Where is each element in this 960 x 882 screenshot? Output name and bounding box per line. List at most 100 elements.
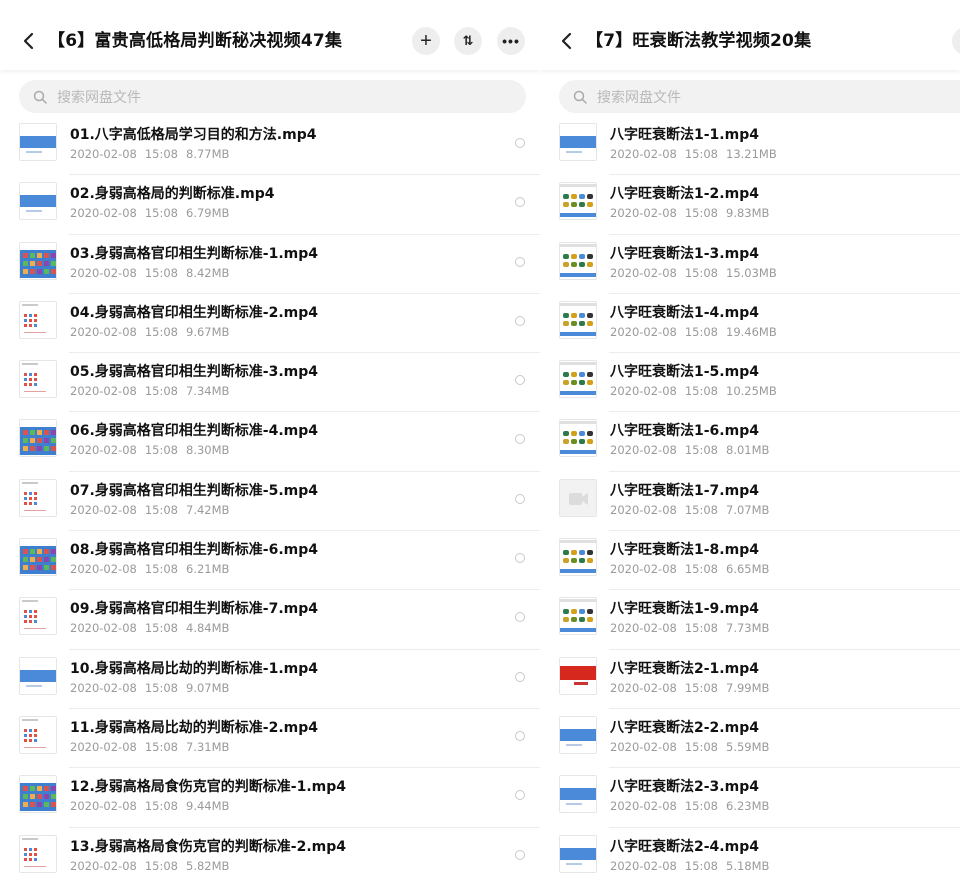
file-date: 2020-02-08 — [70, 680, 137, 695]
file-meta: 2020-02-08 15:08 9.44MB — [70, 799, 237, 813]
file-name: 06.身弱高格官印相生判断标准-4.mp4 — [70, 423, 319, 440]
file-date: 2020-02-08 — [610, 680, 677, 695]
video-thumbnail — [559, 656, 597, 695]
list-item[interactable]: 八字旺衰断法2-3.mp4 2020-02-08 15:08 6.23MB — [540, 768, 960, 828]
file-date: 2020-02-08 — [70, 739, 137, 754]
select-radio[interactable] — [515, 138, 525, 148]
chevron-left-icon — [23, 32, 34, 50]
file-size: 15.03MB — [726, 265, 777, 280]
list-item[interactable]: 11.身弱高格局比劫的判断标准-2.mp4 2020-02-08 15:08 7.31… — [0, 709, 540, 769]
list-item[interactable]: 八字旺衰断法1-3.mp4 2020-02-08 15:08 15.03MB — [540, 235, 960, 295]
file-date: 2020-02-08 — [610, 502, 677, 517]
video-thumbnail — [19, 656, 57, 695]
video-thumbnail — [19, 123, 57, 161]
file-time: 15:08 — [684, 384, 718, 399]
list-item[interactable]: 八字旺衰断法2-4.mp4 2020-02-08 15:08 5.18MB — [540, 828, 960, 882]
select-radio[interactable] — [515, 671, 525, 682]
list-item[interactable]: 03.身弱高格官印相生判断标准-1.mp4 2020-02-08 15:08 8.42… — [0, 235, 540, 295]
list-item[interactable]: 09.身弱高格官印相生判断标准-7.mp4 2020-02-08 15:08 4.84… — [0, 590, 540, 650]
add-button[interactable]: + — [412, 27, 440, 55]
file-meta: 2020-02-08 15:08 8.77MB — [70, 147, 237, 161]
select-radio[interactable] — [515, 612, 525, 623]
list-item[interactable]: 10.身弱高格局比劫的判断标准-1.mp4 2020-02-08 15:08 9.07… — [0, 650, 540, 710]
list-item[interactable]: 八字旺衰断法1-8.mp4 2020-02-08 15:08 6.65MB — [540, 531, 960, 591]
file-list: 01.八字高低格局学习目的和方法.mp4 2020-02-08 15:08 8.77M… — [0, 116, 540, 882]
file-date: 2020-02-08 — [70, 502, 137, 517]
file-date: 2020-02-08 — [610, 443, 677, 458]
file-date: 2020-02-08 — [610, 739, 677, 754]
add-button[interactable] — [952, 27, 960, 55]
search-input[interactable]: 搜索网盘文件 — [559, 80, 960, 113]
list-item[interactable]: 八字旺衰断法2-1.mp4 2020-02-08 15:08 7.99MB — [540, 650, 960, 710]
video-thumbnail — [19, 360, 57, 399]
file-time: 15:08 — [144, 680, 178, 695]
list-item[interactable]: 01.八字高低格局学习目的和方法.mp4 2020-02-08 15:08 8.77M… — [0, 116, 540, 176]
video-thumbnail — [19, 182, 57, 221]
list-item[interactable]: 八字旺衰断法1-2.mp4 2020-02-08 15:08 9.83MB — [540, 175, 960, 235]
list-item[interactable]: 05.身弱高格官印相生判断标准-3.mp4 2020-02-08 15:08 7.34… — [0, 353, 540, 413]
file-size: 9.07MB — [186, 680, 230, 695]
file-date: 2020-02-08 — [610, 384, 677, 399]
list-item[interactable]: 06.身弱高格官印相生判断标准-4.mp4 2020-02-08 15:08 8.30… — [0, 412, 540, 473]
file-size: 9.44MB — [186, 799, 230, 814]
list-item[interactable]: 八字旺衰断法1-5.mp4 2020-02-08 15:08 10.25MB — [540, 353, 960, 413]
list-item[interactable]: 08.身弱高格官印相生判断标准-6.mp4 2020-02-08 15:08 6.21… — [0, 531, 540, 591]
file-meta: 2020-02-08 15:08 7.07MB — [610, 503, 777, 517]
select-radio[interactable] — [515, 315, 525, 326]
list-item[interactable]: 13.身弱高格局食伤克官的判断标准-2.mp4 2020-02-08 15:08 5.… — [0, 828, 540, 882]
file-date: 2020-02-08 — [70, 799, 137, 814]
video-thumbnail — [19, 775, 57, 814]
back-button[interactable] — [22, 29, 38, 53]
list-item[interactable]: 04.身弱高格官印相生判断标准-2.mp4 2020-02-08 15:08 9.67… — [0, 294, 540, 354]
list-item[interactable]: 八字旺衰断法1-4.mp4 2020-02-08 15:08 19.46MB — [540, 294, 960, 354]
video-thumbnail — [559, 360, 597, 399]
more-button[interactable]: ••• — [497, 27, 525, 55]
select-radio[interactable] — [515, 434, 525, 445]
select-radio[interactable] — [515, 790, 525, 801]
file-meta: 2020-02-08 15:08 5.59MB — [610, 740, 777, 754]
list-item[interactable]: 八字旺衰断法1-1.mp4 2020-02-08 15:08 13.21MB — [540, 116, 960, 176]
select-radio[interactable] — [515, 375, 525, 386]
video-thumbnail — [559, 834, 597, 873]
file-name: 09.身弱高格官印相生判断标准-7.mp4 — [70, 601, 319, 618]
list-item[interactable]: 八字旺衰断法1-7.mp4 2020-02-08 15:08 7.07MB — [540, 472, 960, 532]
file-size: 7.07MB — [726, 502, 770, 517]
list-item[interactable]: 07.身弱高格官印相生判断标准-5.mp4 2020-02-08 15:08 7.42… — [0, 472, 540, 532]
file-size: 19.46MB — [726, 324, 777, 339]
select-radio[interactable] — [515, 256, 525, 267]
file-meta: 2020-02-08 15:08 7.34MB — [70, 384, 237, 398]
list-item[interactable]: 八字旺衰断法2-2.mp4 2020-02-08 15:08 5.59MB — [540, 709, 960, 769]
list-item[interactable]: 八字旺衰断法1-6.mp4 2020-02-08 15:08 8.01MB — [540, 412, 960, 473]
file-name: 八字旺衰断法2-1.mp4 — [610, 660, 759, 677]
list-item[interactable]: 八字旺衰断法1-9.mp4 2020-02-08 15:08 7.73MB — [540, 590, 960, 650]
list-item[interactable]: 12.身弱高格局食伤克官的判断标准-1.mp4 2020-02-08 15:08 9.… — [0, 768, 540, 828]
file-name: 07.身弱高格官印相生判断标准-5.mp4 — [70, 482, 319, 499]
search-input[interactable]: 搜索网盘文件 — [19, 80, 526, 113]
select-radio[interactable] — [515, 493, 525, 504]
list-item[interactable]: 02.身弱高格局的判断标准.mp4 2020-02-08 15:08 6.79MB — [0, 175, 540, 235]
select-radio[interactable] — [515, 730, 525, 741]
select-radio[interactable] — [515, 553, 525, 564]
sort-button[interactable]: ⇅ — [454, 27, 482, 55]
file-meta: 2020-02-08 15:08 6.23MB — [610, 799, 777, 813]
file-time: 15:08 — [684, 562, 718, 577]
file-time: 15:08 — [144, 443, 178, 458]
select-radio[interactable] — [515, 197, 525, 208]
file-time: 15:08 — [684, 206, 718, 221]
file-size: 8.30MB — [186, 443, 230, 458]
back-button[interactable] — [560, 29, 576, 53]
video-thumbnail — [559, 597, 597, 636]
file-time: 15:08 — [684, 147, 718, 161]
select-radio[interactable] — [515, 849, 525, 860]
file-time: 15:08 — [144, 502, 178, 517]
file-time: 15:08 — [144, 324, 178, 339]
file-name: 03.身弱高格官印相生判断标准-1.mp4 — [70, 245, 319, 262]
file-time: 15:08 — [144, 147, 178, 161]
video-thumbnail — [559, 538, 597, 577]
video-camera-icon — [569, 492, 588, 505]
file-size: 9.83MB — [726, 206, 770, 221]
file-size: 7.99MB — [726, 680, 770, 695]
file-time: 15:08 — [684, 799, 718, 814]
chevron-left-icon — [561, 32, 572, 50]
file-meta: 2020-02-08 15:08 9.83MB — [610, 206, 777, 220]
